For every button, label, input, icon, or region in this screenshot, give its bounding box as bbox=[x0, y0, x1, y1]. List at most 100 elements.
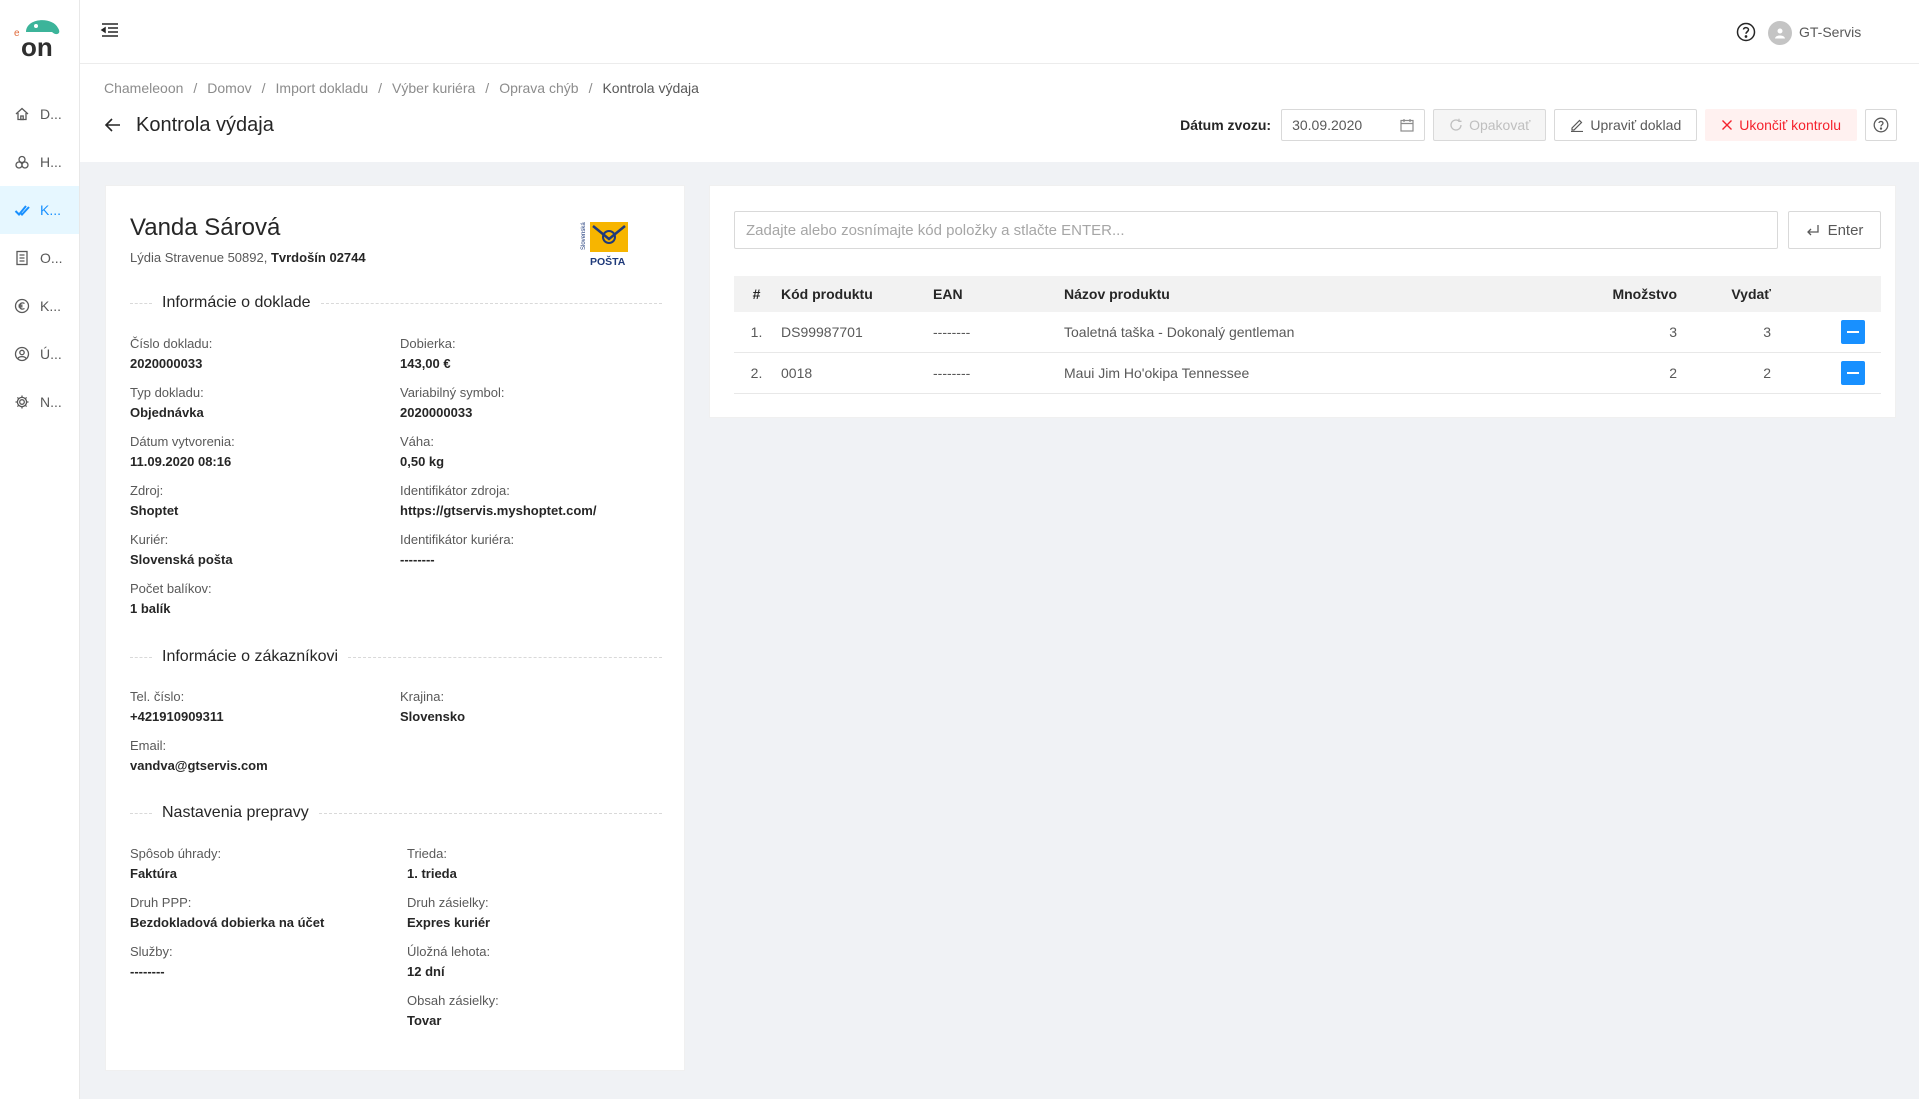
euro-icon bbox=[14, 298, 30, 314]
source-field: Zdroj: Shoptet bbox=[130, 483, 179, 518]
column-header-ean[interactable]: EAN bbox=[933, 286, 1064, 302]
sidebar-item-label: N... bbox=[40, 394, 62, 410]
help-icon[interactable] bbox=[1736, 22, 1756, 42]
sidebar: e on D... H... K... O... K... Ú... N... bbox=[0, 0, 80, 1099]
item-code-input[interactable] bbox=[734, 211, 1778, 249]
column-header-issue[interactable]: Vydať bbox=[1677, 286, 1771, 302]
pickup-date-label: Dátum zvozu: bbox=[1180, 117, 1272, 133]
home-icon bbox=[15, 107, 29, 121]
posta-logo-line1: Slovenská bbox=[581, 222, 587, 250]
column-header-quantity[interactable]: Množstvo bbox=[1521, 286, 1677, 302]
sidebar-item-dashboard[interactable]: D... bbox=[0, 90, 79, 138]
edit-document-button-label: Upraviť doklad bbox=[1590, 117, 1682, 133]
sidebar-item-account[interactable]: Ú... bbox=[0, 330, 79, 378]
minus-icon bbox=[1847, 331, 1859, 333]
user-name[interactable]: GT-Servis bbox=[1799, 24, 1861, 40]
edit-document-button[interactable]: Upraviť doklad bbox=[1554, 109, 1698, 141]
svg-text:on: on bbox=[21, 32, 53, 60]
breadcrumb-item[interactable]: Výber kuriéra bbox=[392, 80, 475, 96]
variable-symbol-field: Variabilný symbol: 2020000033 bbox=[400, 385, 505, 420]
product-code: DS99987701 bbox=[781, 324, 863, 340]
sidebar-nav: D... H... K... O... K... Ú... N... bbox=[0, 90, 79, 426]
sidebar-item-label: K... bbox=[40, 202, 62, 218]
pickup-date-value: 30.09.2020 bbox=[1292, 117, 1363, 133]
product-quantity: 2 bbox=[1669, 365, 1677, 381]
product-issue-count: 3 bbox=[1763, 324, 1771, 340]
breadcrumb-item[interactable]: Import dokladu bbox=[276, 80, 369, 96]
svg-text:e: e bbox=[14, 28, 20, 39]
page-title: Kontrola výdaja bbox=[136, 114, 274, 136]
country-field: Krajina: Slovensko bbox=[400, 689, 466, 724]
top-header: GT-Servis bbox=[80, 0, 1919, 64]
breadcrumb-item[interactable]: Oprava chýb bbox=[499, 80, 578, 96]
table-row: 2. 0018 -------- Maui Jim Ho'okipa Tenne… bbox=[734, 353, 1881, 394]
close-icon bbox=[1722, 120, 1733, 130]
product-quantity: 3 bbox=[1669, 324, 1677, 340]
breadcrumb-current: Kontrola výdaja bbox=[602, 80, 699, 96]
sidebar-item-payments[interactable]: K... bbox=[0, 282, 79, 330]
column-header-name[interactable]: Názov produktu bbox=[1064, 286, 1521, 302]
shipment-content-field: Obsah zásielky: Tovar bbox=[407, 993, 499, 1028]
reload-icon bbox=[1450, 118, 1462, 131]
sidebar-item-label: O... bbox=[40, 250, 63, 266]
sidebar-item-settings[interactable]: N... bbox=[0, 378, 79, 426]
row-number: 1. bbox=[750, 324, 763, 340]
product-ean: -------- bbox=[933, 365, 971, 381]
services-field: Služby: -------- bbox=[130, 944, 173, 979]
shipment-type-field: Druh zásielky: Expres kuriér bbox=[407, 895, 491, 930]
sidebar-item-control[interactable]: K... bbox=[0, 186, 79, 234]
created-date-field: Dátum vytvorenia: 11.09.2020 08:16 bbox=[130, 434, 235, 469]
product-name: Maui Jim Ho'okipa Tennessee bbox=[1064, 365, 1250, 381]
weight-field: Váha: 0,50 kg bbox=[400, 434, 445, 469]
pickup-date-picker[interactable]: 30.09.2020 bbox=[1281, 109, 1426, 141]
customer-city: Tvrdošín 02744 bbox=[270, 250, 366, 265]
decrease-button[interactable] bbox=[1841, 320, 1865, 344]
section-title-text: Informácie o zákazníkovi bbox=[162, 648, 339, 665]
repeat-button[interactable]: Opakovať bbox=[1433, 109, 1547, 141]
repeat-button-label: Opakovať bbox=[1469, 117, 1531, 133]
sidebar-item-label: H... bbox=[40, 154, 62, 170]
section-title-text: Nastavenia prepravy bbox=[162, 804, 309, 821]
user-icon bbox=[1775, 28, 1785, 39]
sidebar-item-products[interactable]: H... bbox=[0, 138, 79, 186]
cod-amount-field: Dobierka: 143,00 € bbox=[400, 336, 456, 371]
customer-name: Vanda Sárová bbox=[130, 214, 281, 241]
double-check-icon bbox=[14, 205, 30, 216]
product-name: Toaletná taška - Dokonalý gentleman bbox=[1064, 324, 1295, 340]
customer-address: Lýdia Stravenue 50892, Tvrdošín 02744 bbox=[130, 250, 366, 265]
list-icon bbox=[16, 250, 28, 266]
breadcrumb: Chameleoon / Domov / Import dokladu / Výber… bbox=[104, 80, 699, 96]
sidebar-item-orders[interactable]: O... bbox=[0, 234, 79, 282]
items-check-card: Enter # Kód produktu EAN Názov produktu … bbox=[709, 185, 1896, 418]
gear-icon bbox=[15, 395, 29, 409]
avatar[interactable] bbox=[1768, 21, 1792, 45]
courier-field: Kuriér: Slovenská pošta bbox=[130, 532, 233, 567]
menu-fold-icon[interactable] bbox=[100, 20, 120, 40]
courier-identifier-field: Identifikátor kuriéra: -------- bbox=[400, 532, 515, 567]
email-field: Email: vandva@gtservis.com bbox=[130, 738, 268, 773]
items-table: # Kód produktu EAN Názov produktu Množst… bbox=[734, 276, 1881, 394]
section-title-text: Informácie o doklade bbox=[162, 294, 311, 311]
app-logo[interactable]: e on bbox=[12, 14, 68, 60]
payment-method-field: Spôsob úhrady: Faktúra bbox=[130, 846, 222, 881]
back-arrow-icon[interactable] bbox=[104, 116, 122, 134]
breadcrumb-item[interactable]: Chameleoon bbox=[104, 80, 183, 96]
source-identifier-field: Identifikátor zdroja: https://gtservis.my… bbox=[400, 483, 597, 518]
user-circle-icon bbox=[14, 346, 30, 362]
column-header-code[interactable]: Kód produktu bbox=[779, 286, 933, 302]
shipping-settings-heading: Nastavenia prepravy bbox=[130, 804, 662, 822]
breadcrumb-item[interactable]: Domov bbox=[207, 80, 251, 96]
page-help-button[interactable] bbox=[1865, 109, 1897, 141]
column-header-num: # bbox=[752, 286, 761, 302]
sidebar-item-label: Ú... bbox=[40, 346, 62, 362]
enter-button[interactable]: Enter bbox=[1788, 211, 1881, 249]
product-ean: -------- bbox=[933, 324, 971, 340]
decrease-button[interactable] bbox=[1841, 361, 1865, 385]
sidebar-item-label: K... bbox=[40, 298, 62, 314]
enter-button-label: Enter bbox=[1827, 221, 1864, 239]
row-number: 2. bbox=[750, 365, 763, 381]
storage-period-field: Úložná lehota: 12 dní bbox=[407, 944, 491, 979]
package-count-field: Počet balíkov: 1 balík bbox=[130, 581, 212, 616]
document-type-field: Typ dokladu: Objednávka bbox=[130, 385, 204, 420]
end-control-button[interactable]: Ukončiť kontrolu bbox=[1705, 109, 1857, 141]
